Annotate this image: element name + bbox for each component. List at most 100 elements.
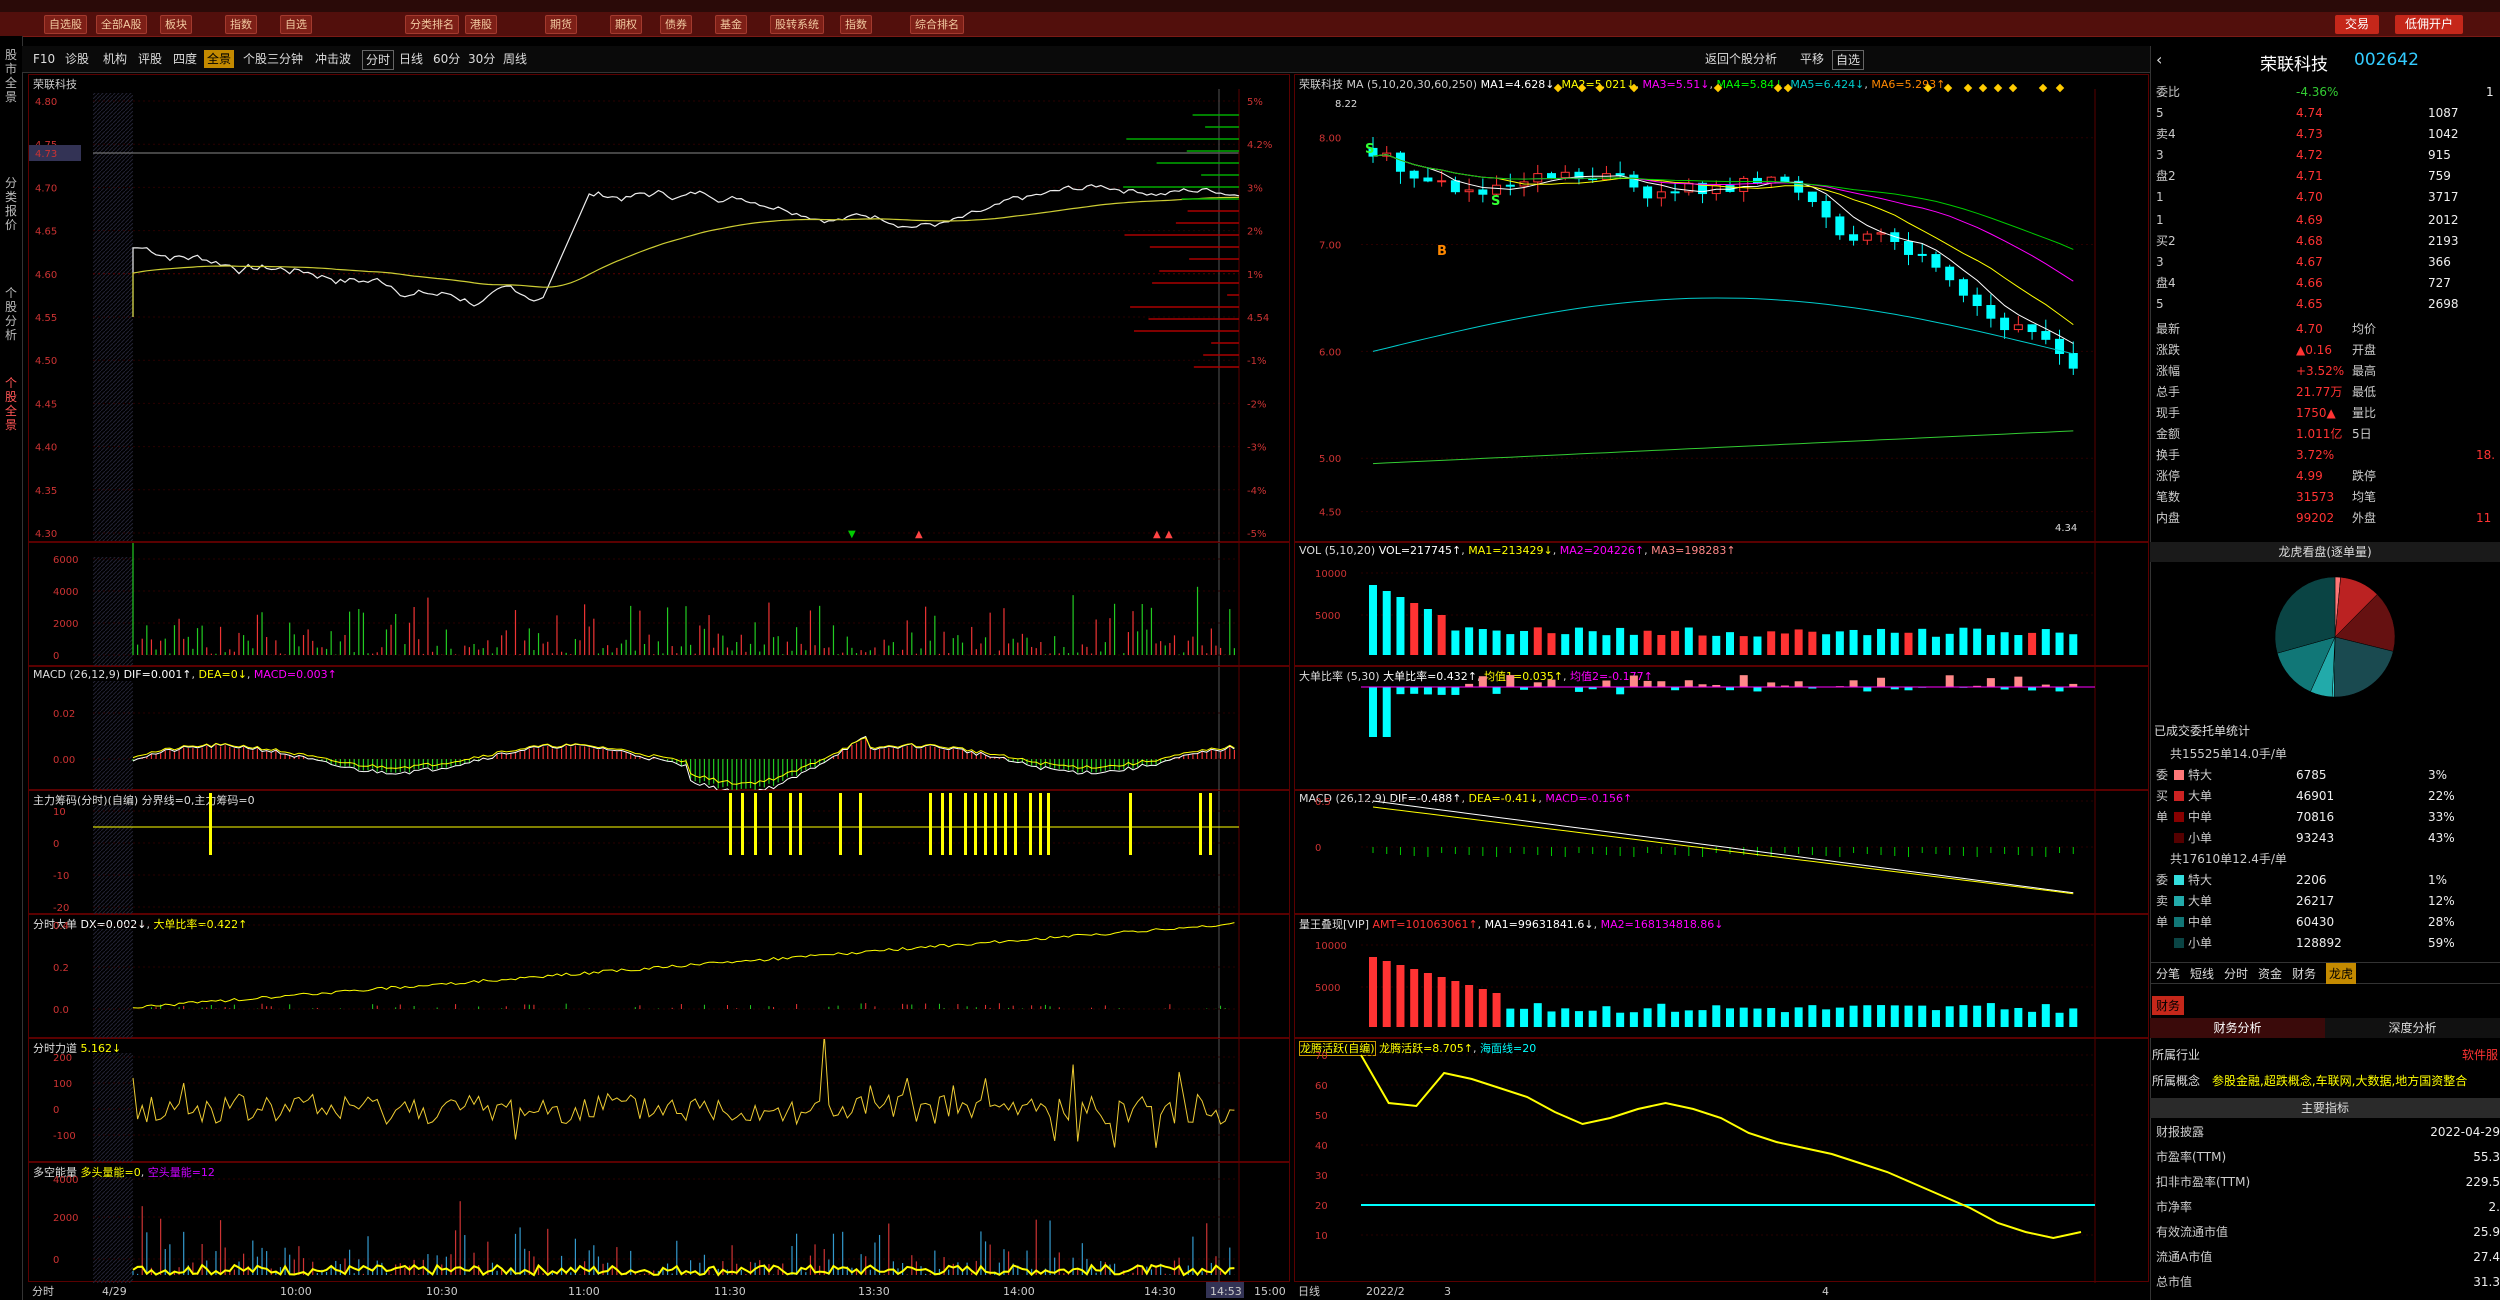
big-order-chart[interactable]: 0.4 0.2 0.0 [29,915,1291,1039]
menu-item[interactable]: 板块 [160,15,192,34]
tab-30min[interactable]: 30分 [465,50,498,68]
chip-bar [741,793,744,855]
deep-analysis-tab[interactable]: 深度分析 [2325,1018,2500,1038]
chip-bar [754,793,757,855]
kline-volume-chart[interactable]: 10000 5000 [1295,543,2150,667]
tick-label: 10000 [1315,941,1347,952]
volume-bar [1369,585,1377,655]
weibi-row: 委比 -4.36% 1 [2156,85,2494,99]
tab-f10[interactable]: F10 [30,50,58,68]
pct-tick-label: -5% [1247,529,1266,540]
tab-daily[interactable]: 日线 [396,50,426,68]
menu-item[interactable]: 基金 [715,15,747,34]
stat-row: 现手 1750▲ 量比 [2156,406,2377,420]
tick-label: 0 [53,1105,59,1116]
intraday-chart[interactable]: 4.804.754.704.654.604.554.504.454.404.35… [29,75,1291,543]
back-icon[interactable]: ‹ [2156,50,2162,69]
finance-tab[interactable]: 财务 [2152,996,2185,1015]
amount-bar [1808,1005,1817,1027]
premarket-hatch [93,929,133,1039]
candle-body [1972,294,1982,307]
price-line [132,184,1240,317]
vtab-stock-analysis[interactable]: 个股分析 [2,286,20,342]
bigorder-bar [1369,687,1377,737]
open-account-button[interactable]: 低佣开户 [2395,15,2464,34]
menu-item[interactable]: 股转系统 [770,15,824,34]
tab-institution[interactable]: 机构 [100,50,130,68]
industry-label: 所属行业 [2152,1048,2201,1062]
menu-item[interactable]: 指数 [225,15,257,34]
subtab-ticks[interactable]: 分笔 [2156,965,2180,982]
menu-item[interactable]: 分类排名 [405,15,459,34]
volume-bar [1520,630,1529,655]
signal-marker: ▲ [1165,529,1173,540]
fin-analysis-tab[interactable]: 财务分析 [2150,1018,2325,1038]
chip-bar [839,793,842,855]
fin-index-row: 总市值 31.3 [2156,1275,2500,1289]
bigorder-bar [1657,681,1666,687]
menu-item[interactable]: 期权 [610,15,642,34]
stock-code: 002642 [2354,50,2419,70]
subtab-shortline[interactable]: 短线 [2190,965,2214,982]
tab-60min[interactable]: 60分 [430,50,463,68]
subtab-dragon[interactable]: 龙虎 [2326,963,2357,984]
watchlist-dropdown[interactable]: 自选 [1832,50,1865,70]
main-chip-chart[interactable]: 10 0 -10 -20 [29,791,1291,915]
subtab-intraday[interactable]: 分时 [2224,965,2248,982]
tab-intraday[interactable]: 分时 [362,50,395,70]
back-to-analysis-link[interactable]: 返回个股分析 [1702,50,1780,68]
force-chart[interactable]: 200 100 0 -100 [29,1039,1291,1163]
tab-four-degree[interactable]: 四度 [170,50,200,68]
menu-item[interactable]: 全部A股 [96,15,147,34]
volume-bar [1698,635,1707,655]
amount-bar [1863,1005,1872,1027]
energy-chart[interactable]: 4000 2000 0 [29,1163,1291,1283]
kline-dragon-chart[interactable]: 70 60 50 40 30 20 10 [1295,1039,2150,1283]
kline-macd-chart[interactable]: 0.50 [1295,791,2150,915]
kline-macd-panel: MACD (26,12,9) DIF=-0.488↑, DEA=-0.41↓, … [1294,790,2150,915]
subtab-funds[interactable]: 资金 [2258,965,2282,982]
vtab-stock-panorama[interactable]: 个股全景 [2,376,20,432]
menu-item[interactable]: 港股 [465,15,497,34]
high-label: 8.22 [1335,99,1357,110]
chip-bar [729,793,732,855]
amount-bar [1478,989,1487,1027]
menu-item[interactable]: 综合排名 [910,15,964,34]
order-group-header: 共15525单14.0手/单 [2170,747,2287,761]
pan-button[interactable]: 平移 [1797,50,1827,68]
tab-three-minutes[interactable]: 个股三分钟 [240,50,306,68]
menu-item[interactable]: 指数 [840,15,872,34]
amount-bar [1684,1010,1693,1027]
vtab-market-overview[interactable]: 股市全景 [2,48,20,104]
kline-amount-chart[interactable]: 10000 5000 [1295,915,2150,1039]
kline-chart[interactable]: 8.00 7.00 6.00 5.00 4.50 8.22 4.34 S B S [1295,75,2150,543]
intraday-volume-chart[interactable]: 6000 4000 2000 0 [29,543,1291,667]
amount-bar [1506,1008,1515,1027]
candle-body [1835,216,1845,236]
menu-item[interactable]: 自选股 [44,15,87,34]
tab-panorama[interactable]: 全景 [204,50,235,68]
tab-diagnose[interactable]: 诊股 [62,50,92,68]
chip-bar [769,793,772,855]
trade-button[interactable]: 交易 [2335,15,2380,34]
subtab-finance[interactable]: 财务 [2292,965,2316,982]
tab-rating[interactable]: 评股 [135,50,165,68]
bid-row: 买2 4.68 2193 [2156,234,2459,248]
vtab-category-quotes[interactable]: 分类报价 [2,176,20,232]
menu-item[interactable]: 期货 [545,15,577,34]
tab-impact-wave[interactable]: 冲击波 [312,50,354,68]
tick-label: 0.02 [53,709,75,720]
amount-bar [1547,1011,1556,1027]
menu-item[interactable]: 债券 [660,15,692,34]
amount-bar [1986,1003,1995,1027]
signal-marker: ▼ [848,529,856,540]
intraday-macd-chart[interactable]: 0.02 0.00 [29,667,1291,791]
ma250-line [1372,430,2074,465]
amount-bar [1616,1012,1625,1027]
force-panel: 分时力道 5.162↓ 200 100 0 -100 [28,1038,1291,1163]
menu-item[interactable]: 自选 [280,15,312,34]
candle-body [1986,305,1996,319]
tab-weekly[interactable]: 周线 [500,50,530,68]
kline-bigorder-chart[interactable] [1295,667,2150,791]
bigorder-bar [1602,680,1611,687]
